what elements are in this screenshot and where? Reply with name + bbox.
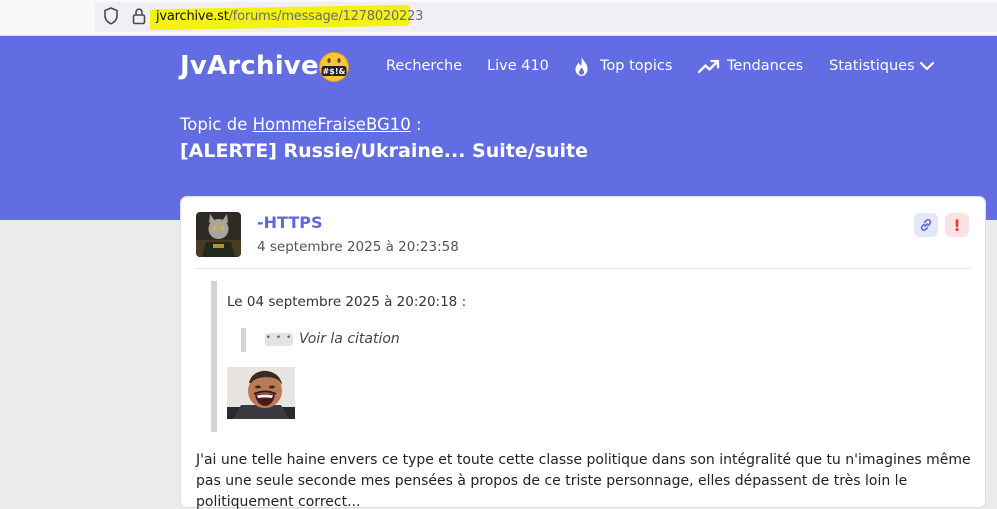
report-button[interactable]: ! (945, 213, 969, 237)
nested-quote-bar (241, 328, 246, 352)
topic-author-link[interactable]: HommeFraiseBG10 (253, 115, 411, 134)
nav-tendances[interactable]: Tendances (727, 58, 803, 74)
fire-icon (575, 57, 588, 76)
lock-icon[interactable] (131, 7, 147, 25)
nav-live[interactable]: Live 410 (487, 58, 549, 74)
quote-bar (211, 281, 217, 432)
message-card: -HTTPS 4 septembre 2025 à 20:23:58 ! Le … (180, 196, 986, 509)
shield-icon[interactable] (103, 7, 119, 25)
topic-title: [ALERTE] Russie/Ukraine... Suite/suite (180, 140, 588, 162)
trending-icon (698, 59, 720, 74)
link-icon (920, 219, 932, 231)
expand-quote-button[interactable]: • • • (265, 333, 293, 346)
logo-badge-text: #$!& (323, 67, 346, 76)
topic-suffix: : (410, 115, 422, 134)
message-author[interactable]: -HTTPS (257, 213, 322, 232)
message-date: 4 septembre 2025 à 20:23:58 (257, 239, 459, 255)
url-text[interactable]: jvarchive.st/forums/message/1278020223 (156, 9, 423, 24)
url-domain: jvarchive.st (156, 9, 229, 24)
browser-address-bar: jvarchive.st/forums/message/1278020223 (0, 0, 997, 36)
permalink-button[interactable] (914, 213, 938, 237)
topic-author-line: Topic de HommeFraiseBG10 : (180, 115, 422, 134)
quote-header: Le 04 septembre 2025 à 20:20:18 : (227, 294, 467, 310)
topic-prefix: Topic de (180, 115, 253, 134)
voir-citation-link[interactable]: Voir la citation (299, 331, 400, 347)
url-path: /forums/message/1278020223 (228, 9, 424, 24)
nav-recherche[interactable]: Recherche (386, 58, 462, 74)
risitas-sticker (227, 367, 295, 419)
nav-top-topics[interactable]: Top topics (600, 58, 672, 74)
nav-statistiques[interactable]: Statistiques (829, 58, 915, 74)
site-logo[interactable]: JvArchive (180, 51, 319, 81)
avatar[interactable] (196, 212, 241, 257)
header-divider (196, 268, 970, 269)
censored-emoji-logo: #$!& (319, 52, 349, 82)
message-body: J'ai une telle haine envers ce type et t… (196, 452, 971, 509)
chevron-down-icon[interactable] (919, 60, 935, 72)
report-icon: ! (953, 215, 961, 235)
